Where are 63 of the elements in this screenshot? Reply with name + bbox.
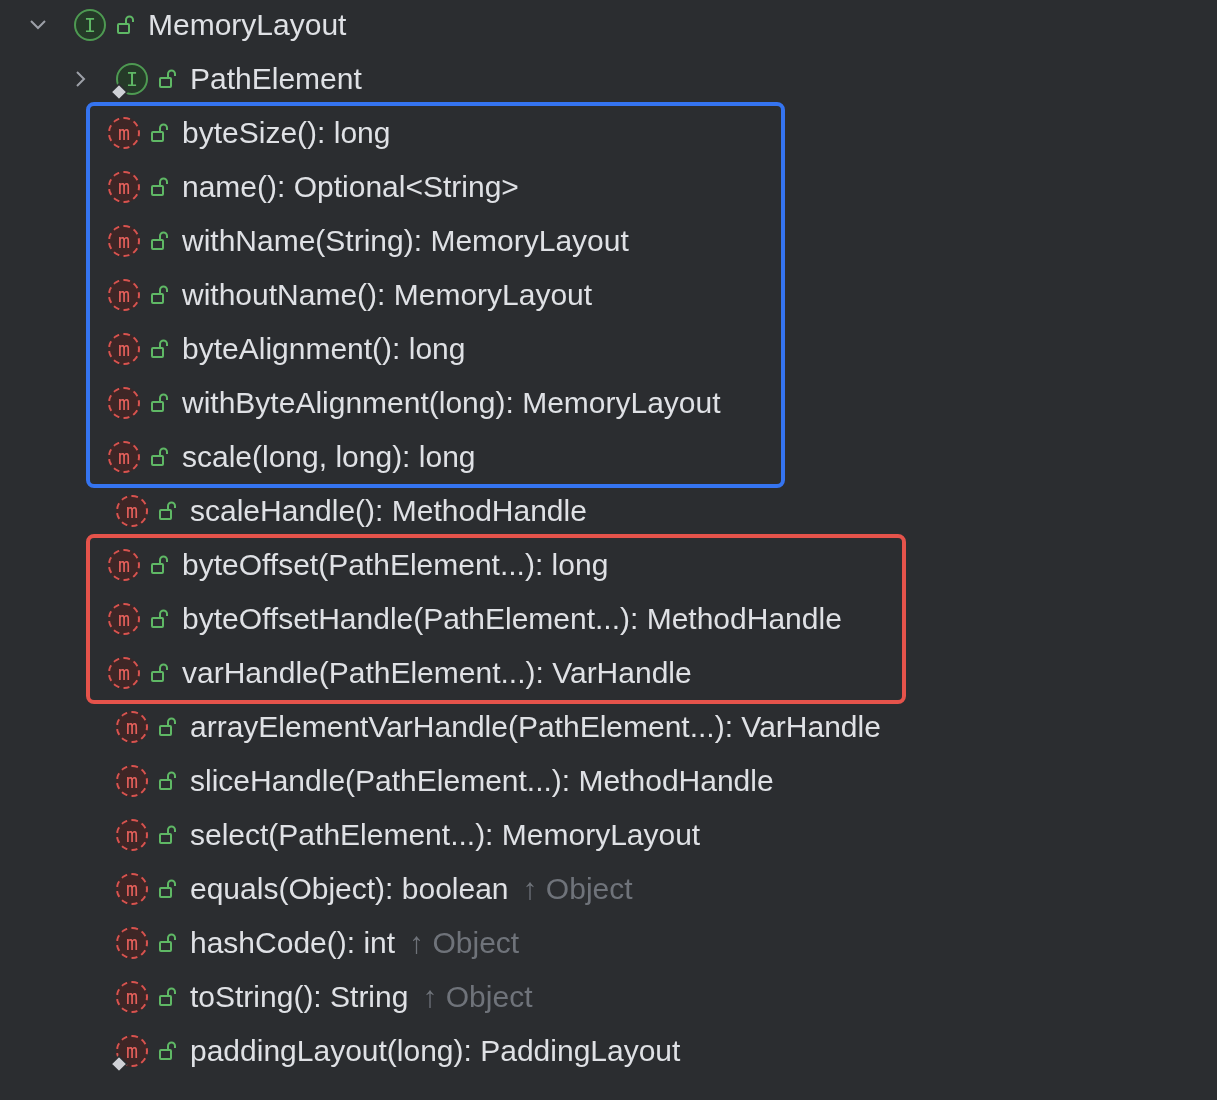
tree-item-label[interactable]: paddingLayout(long): PaddingLayout: [190, 1034, 681, 1068]
inherited-from-label: ↑ Object: [409, 926, 520, 960]
tree-item-label[interactable]: scale(long, long): long: [182, 440, 476, 474]
tree-item-label[interactable]: varHandle(PathElement...): VarHandle: [182, 656, 692, 690]
method-icon: m: [116, 927, 148, 959]
method-icon: m: [108, 171, 140, 203]
unlocked-lock-icon: [150, 285, 170, 305]
method-icon: m: [108, 225, 140, 257]
tree-item-label[interactable]: byteOffsetHandle(PathElement...): MethodHandle: [182, 602, 842, 636]
method-icon: m: [116, 1035, 148, 1067]
inherited-from-label: ↑ Object: [522, 872, 633, 906]
unlocked-lock-icon: [158, 879, 178, 899]
tree-item-label[interactable]: withByteAlignment(long): MemoryLayout: [182, 386, 721, 420]
method-icon: m: [108, 279, 140, 311]
unlocked-lock-icon: [158, 987, 178, 1007]
tree-item-label[interactable]: withName(String): MemoryLayout: [182, 224, 629, 258]
method-icon: m: [116, 981, 148, 1013]
tree-item-label[interactable]: byteOffset(PathElement...): long: [182, 548, 609, 582]
interface-icon: I: [74, 9, 106, 41]
tree-item-label[interactable]: hashCode(): int: [190, 926, 396, 960]
method-icon: m: [108, 549, 140, 581]
method-icon: m: [116, 765, 148, 797]
unlocked-lock-icon: [150, 555, 170, 575]
tree-item-label[interactable]: select(PathElement...): MemoryLayout: [190, 818, 701, 852]
unlocked-lock-icon: [150, 447, 170, 467]
tree-item-label[interactable]: byteAlignment(): long: [182, 332, 466, 366]
unlocked-lock-icon: [150, 393, 170, 413]
unlocked-lock-icon: [158, 717, 178, 737]
method-icon: m: [108, 657, 140, 689]
unlocked-lock-icon: [150, 177, 170, 197]
tree-item-label[interactable]: sliceHandle(PathElement...): MethodHandle: [190, 764, 774, 798]
unlocked-lock-icon: [150, 663, 170, 683]
unlocked-lock-icon: [158, 933, 178, 953]
tree-item-label[interactable]: equals(Object): boolean: [190, 872, 509, 906]
method-icon: m: [108, 387, 140, 419]
unlocked-lock-icon: [150, 231, 170, 251]
unlocked-lock-icon: [158, 771, 178, 791]
tree-item-label[interactable]: withoutName(): MemoryLayout: [182, 278, 593, 312]
unlocked-lock-icon: [158, 1041, 178, 1061]
unlocked-lock-icon: [116, 15, 136, 35]
method-icon: m: [108, 441, 140, 473]
tree-item-label[interactable]: arrayElementVarHandle(PathElement...): VarHandle: [190, 710, 881, 744]
unlocked-lock-icon: [150, 609, 170, 629]
unlocked-lock-icon: [150, 123, 170, 143]
unlocked-lock-icon: [158, 501, 178, 521]
unlocked-lock-icon: [150, 339, 170, 359]
tree-item-label[interactable]: PathElement: [190, 62, 362, 96]
method-icon: m: [116, 495, 148, 527]
unlocked-lock-icon: [158, 825, 178, 845]
method-icon: m: [116, 873, 148, 905]
tree-item-label[interactable]: byteSize(): long: [182, 116, 391, 150]
tree-item-label[interactable]: MemoryLayout: [148, 8, 347, 42]
interface-icon: I: [116, 63, 148, 95]
inherited-from-label: ↑ Object: [422, 980, 533, 1014]
tree-item-label[interactable]: name(): Optional<String>: [182, 170, 519, 204]
tree-item-label[interactable]: toString(): String: [190, 980, 409, 1014]
method-icon: m: [116, 819, 148, 851]
method-icon: m: [108, 117, 140, 149]
method-icon: m: [108, 333, 140, 365]
method-icon: m: [116, 711, 148, 743]
tree-item-label[interactable]: scaleHandle(): MethodHandle: [190, 494, 587, 528]
unlocked-lock-icon: [158, 69, 178, 89]
method-icon: m: [108, 603, 140, 635]
